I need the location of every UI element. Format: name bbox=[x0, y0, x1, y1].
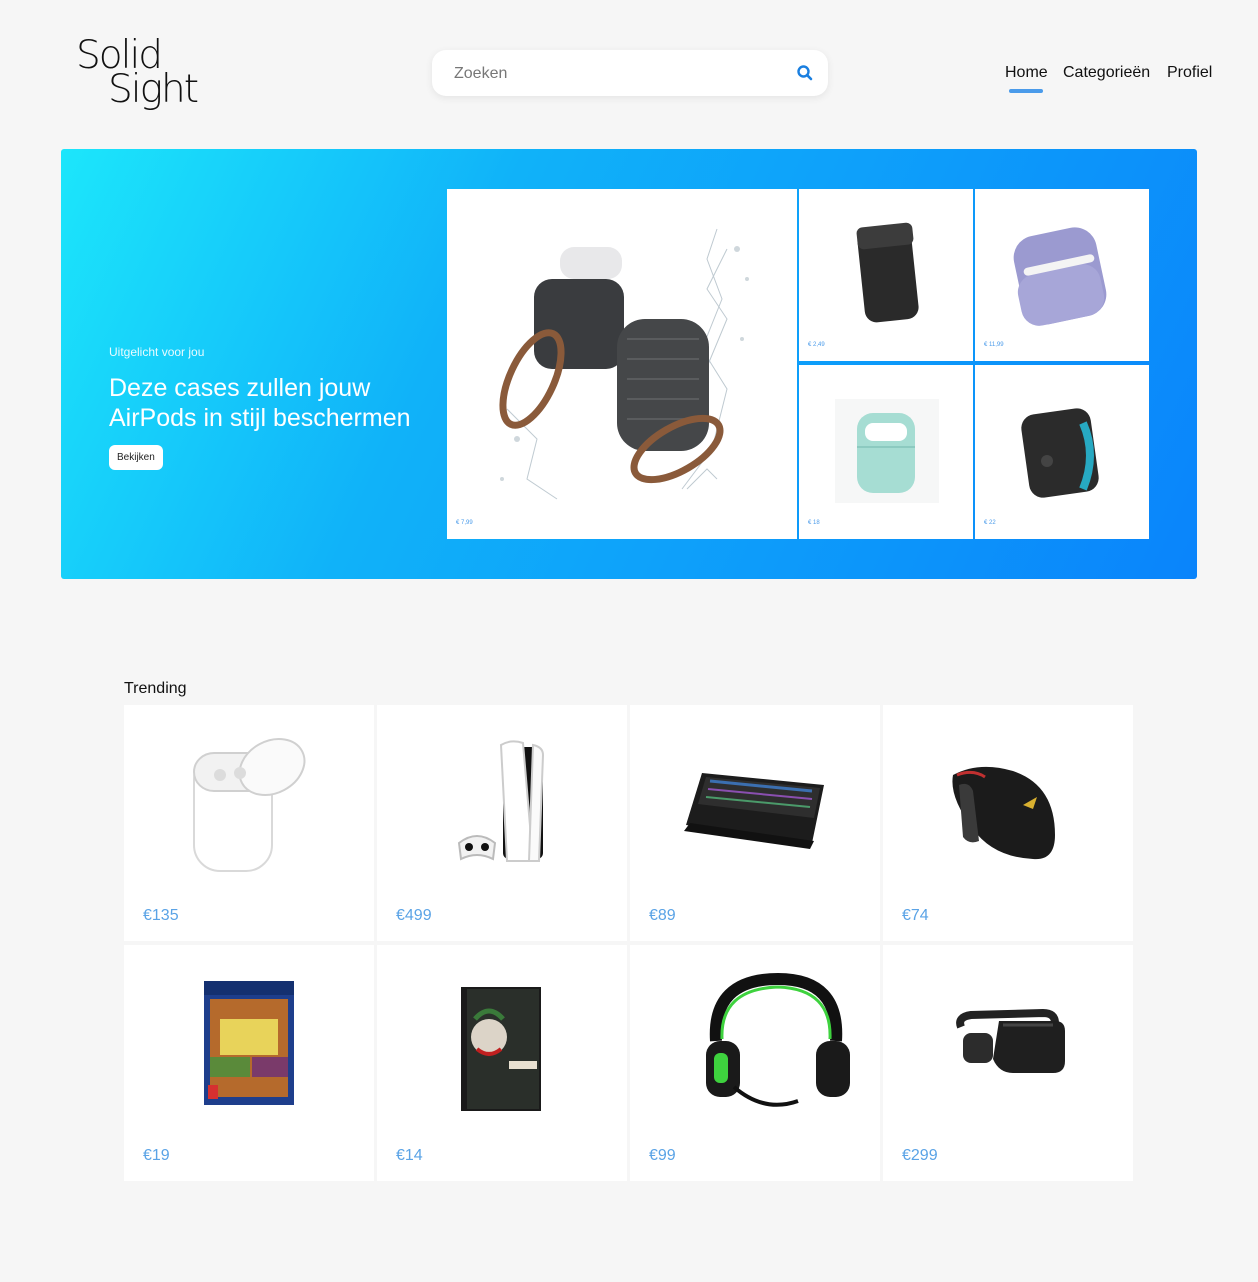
zip-pouch-icon bbox=[1021, 408, 1099, 498]
product-card[interactable]: €299 bbox=[883, 945, 1133, 1181]
gaming-mouse-icon bbox=[952, 766, 1055, 860]
hero-tile-zip[interactable]: € 22 bbox=[975, 365, 1149, 539]
lavender-case-icon bbox=[1013, 227, 1107, 326]
tile-price: € 2,49 bbox=[808, 342, 825, 348]
hero-tile-lavender[interactable]: € 11,99 bbox=[975, 189, 1149, 361]
tile-price: € 7,99 bbox=[456, 520, 473, 526]
search-icon[interactable] bbox=[796, 64, 814, 82]
product-price: €299 bbox=[902, 1147, 938, 1164]
hero-tile-large[interactable]: € 7,99 bbox=[447, 189, 797, 539]
product-price: €135 bbox=[143, 907, 179, 924]
hero-tile-pouch[interactable]: € 2,49 bbox=[799, 189, 973, 361]
nav-home[interactable]: Home bbox=[1005, 64, 1048, 82]
vr-headset-icon bbox=[956, 1008, 1065, 1073]
product-card[interactable]: €135 bbox=[124, 705, 374, 941]
tile-price: € 22 bbox=[984, 520, 996, 526]
hero-eyebrow: Uitgelicht voor jou bbox=[109, 345, 205, 359]
hero-title: Deze cases zullen jouw AirPods in stijl … bbox=[109, 374, 411, 432]
trending-title: Trending bbox=[124, 680, 187, 697]
view-button[interactable]: Bekijken bbox=[109, 445, 163, 470]
product-price: €499 bbox=[396, 907, 432, 924]
brand-logo-line2: Sight bbox=[108, 67, 199, 112]
product-card[interactable]: €14 bbox=[377, 945, 627, 1181]
nav-active-indicator bbox=[1009, 89, 1043, 93]
nav-categories[interactable]: Categorieën bbox=[1063, 64, 1150, 82]
tile-price: € 11,99 bbox=[984, 342, 1004, 348]
product-price: €74 bbox=[902, 907, 929, 924]
tile-price: € 18 bbox=[808, 520, 820, 526]
brand-logo[interactable]: Solid Sight bbox=[76, 36, 206, 112]
keyboard-icon bbox=[684, 773, 824, 849]
mint-case-icon bbox=[835, 399, 939, 503]
product-card[interactable]: €74 bbox=[883, 705, 1133, 941]
search-input[interactable] bbox=[452, 50, 776, 98]
product-price: €19 bbox=[143, 1147, 170, 1164]
product-price: €89 bbox=[649, 907, 676, 924]
product-card[interactable]: €89 bbox=[630, 705, 880, 941]
game-box-icon bbox=[204, 981, 294, 1105]
headset-icon bbox=[706, 972, 850, 1107]
hero-tile-mint[interactable]: € 18 bbox=[799, 365, 973, 539]
product-price: €99 bbox=[649, 1147, 676, 1164]
product-card[interactable]: €99 bbox=[630, 945, 880, 1181]
playstation-console-icon bbox=[457, 740, 545, 862]
movie-box-icon bbox=[461, 987, 541, 1111]
product-card[interactable]: €499 bbox=[377, 705, 627, 941]
product-price: €14 bbox=[396, 1147, 423, 1164]
hero-banner: Uitgelicht voor jou Deze cases zullen jo… bbox=[61, 149, 1197, 579]
airpods-icon bbox=[193, 738, 306, 872]
airpods-rugged-case-icon bbox=[499, 228, 749, 500]
product-card[interactable]: €19 bbox=[124, 945, 374, 1181]
leather-pouch-icon bbox=[856, 222, 919, 323]
nav-profile[interactable]: Profiel bbox=[1167, 64, 1212, 82]
search-bar bbox=[432, 50, 828, 98]
